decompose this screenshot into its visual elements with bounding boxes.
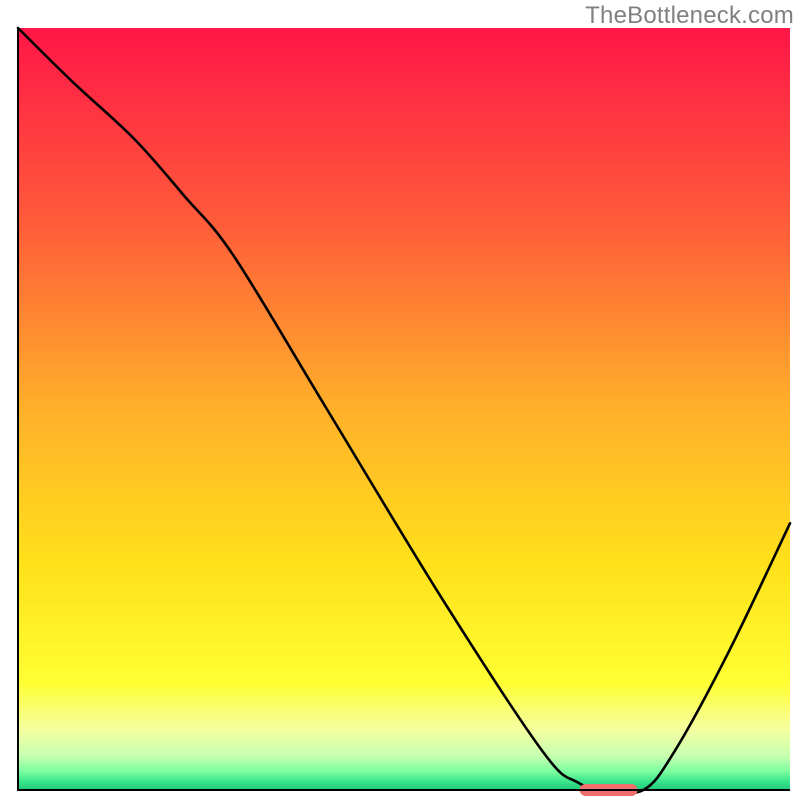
chart-container: TheBottleneck.com — [0, 0, 800, 800]
watermark-text: TheBottleneck.com — [585, 2, 794, 30]
plot-background — [18, 28, 790, 790]
bottleneck-chart — [0, 0, 800, 800]
